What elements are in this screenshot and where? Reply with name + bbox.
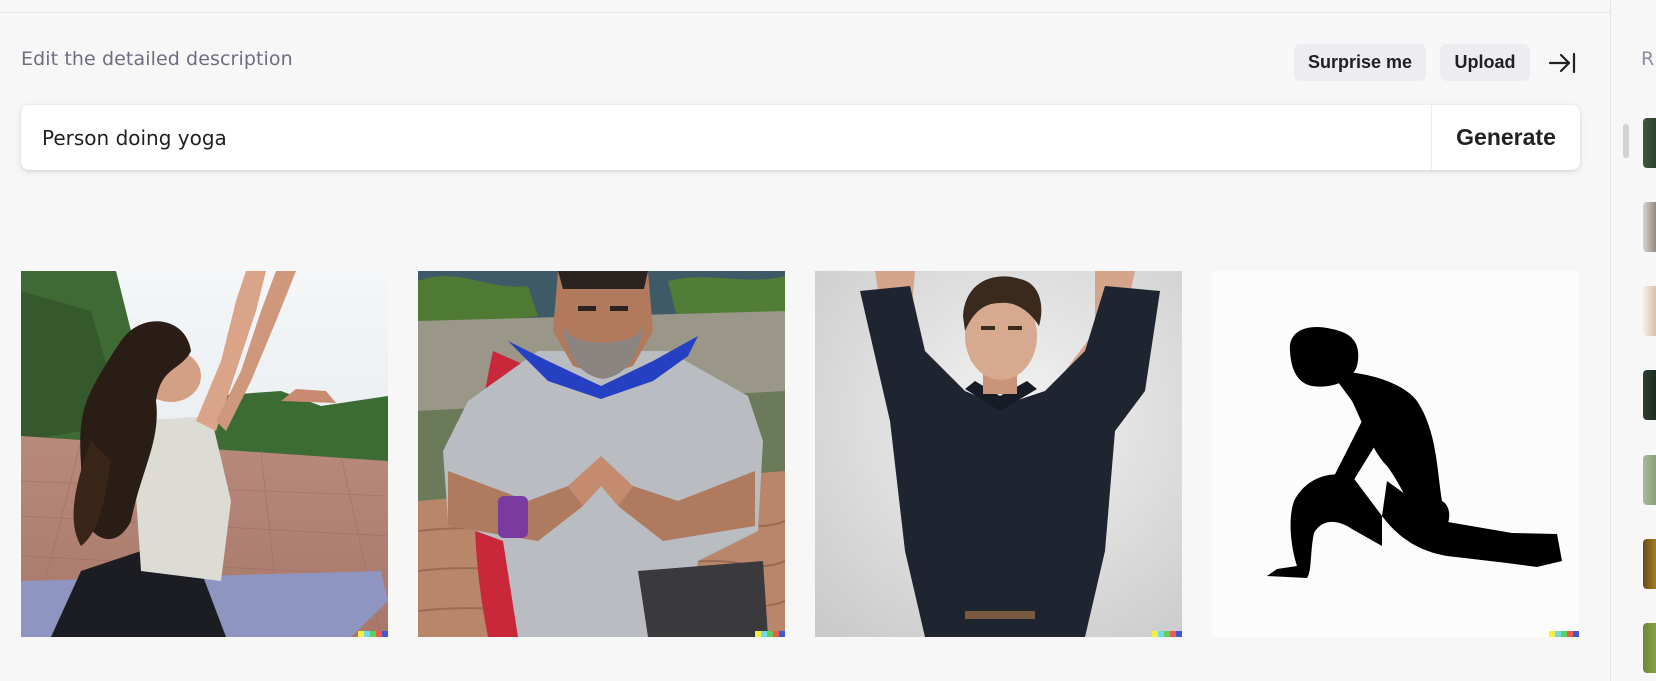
arrow-right-to-bar-icon[interactable] [1547, 50, 1577, 76]
result-image-3-picture [815, 271, 1182, 637]
history-thumb[interactable] [1643, 286, 1656, 336]
prompt-input[interactable] [21, 105, 1421, 170]
sidebar-scrollbar[interactable] [1623, 124, 1629, 158]
result-image-2[interactable] [418, 271, 785, 637]
history-thumb[interactable] [1643, 118, 1656, 168]
result-image-1-picture [21, 271, 388, 637]
surprise-me-button[interactable]: Surprise me [1294, 44, 1426, 81]
history-thumb[interactable] [1643, 455, 1656, 505]
history-heading: R [1641, 48, 1655, 70]
result-image-2-picture [418, 271, 785, 637]
history-sidebar: R [1610, 0, 1656, 681]
history-thumb[interactable] [1643, 539, 1656, 589]
result-image-1[interactable] [21, 271, 388, 637]
signature-color-bar [755, 631, 785, 637]
signature-color-bar [358, 631, 388, 637]
main-panel: Edit the detailed description Surprise m… [0, 0, 1610, 681]
result-image-4-picture [1212, 271, 1579, 637]
history-thumb[interactable] [1643, 370, 1656, 420]
signature-color-bar [1152, 631, 1182, 637]
result-image-3[interactable] [815, 271, 1182, 637]
history-thumb[interactable] [1643, 623, 1656, 673]
history-thumb[interactable] [1643, 202, 1656, 252]
top-divider [0, 12, 1610, 13]
upload-button[interactable]: Upload [1440, 44, 1530, 81]
signature-color-bar [1549, 631, 1579, 637]
prompt-box: Generate [21, 105, 1580, 170]
sig-swatch [779, 631, 785, 637]
generate-button[interactable]: Generate [1432, 105, 1580, 170]
prompt-heading: Edit the detailed description [21, 48, 293, 70]
sig-swatch [382, 631, 388, 637]
sig-swatch [1176, 631, 1182, 637]
result-image-4[interactable] [1212, 271, 1579, 637]
sig-swatch [1573, 631, 1579, 637]
